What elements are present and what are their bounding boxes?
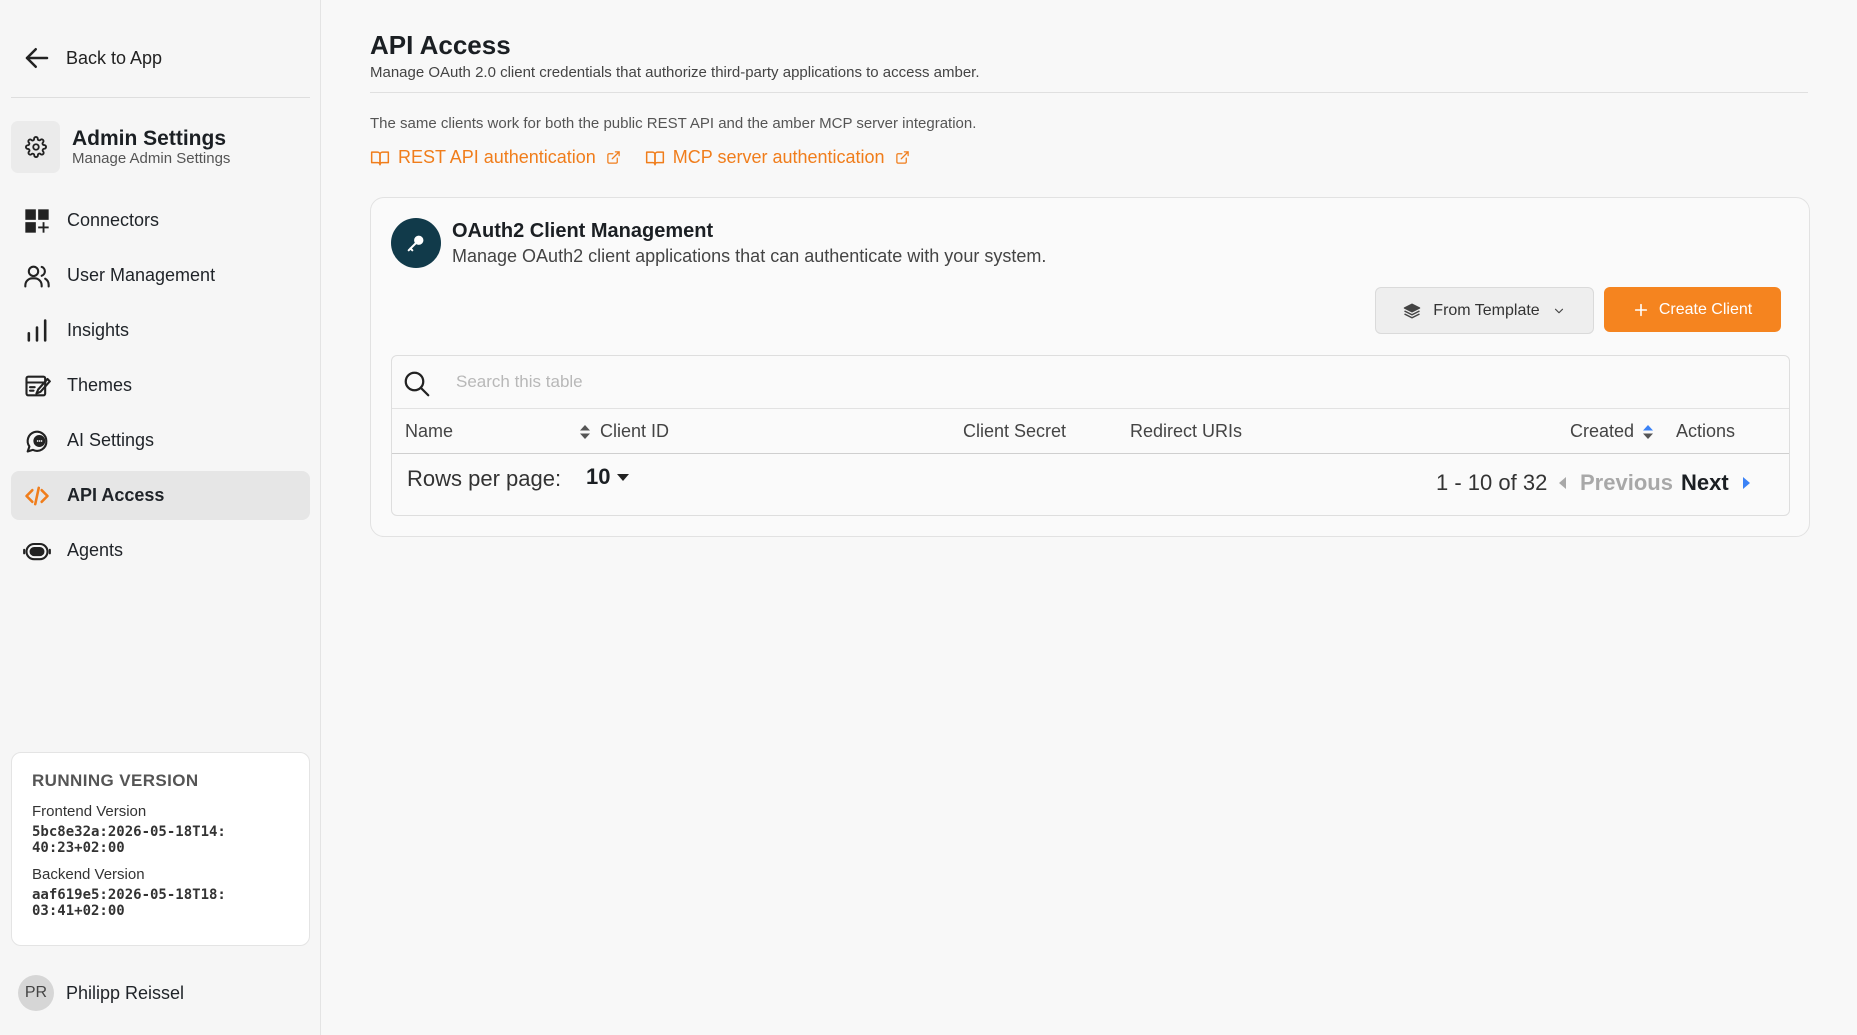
external-link-icon [895,151,909,164]
sidebar-item-label: AI Settings [67,430,155,450]
table-search-row [392,356,1789,409]
mcp-server-auth-label: MCP server authentication [672,147,885,167]
sidebar-item-connectors[interactable]: Connectors [11,196,310,245]
sidebar-nav: Connectors User Management Insights Them… [11,196,310,581]
rows-per-page-label: Rows per page: [407,466,562,491]
palette-icon [25,375,51,396]
pagination-range: 1 - 10 of 32 [1436,470,1548,495]
frontend-version-label: Frontend Version [32,803,147,820]
search-input[interactable] [456,366,1756,398]
column-header-label: Redirect URIs [1130,421,1243,441]
column-header-label: Client Secret [963,421,1067,441]
table-header-row: Name Client ID Client Secret Redirect UR… [392,409,1789,454]
search-icon [404,371,430,397]
caret-down-icon [617,474,630,481]
key-icon [391,218,441,268]
rest-api-auth-link[interactable]: REST API authentication [370,147,621,168]
caret-right-icon [1742,477,1750,489]
doc-links: REST API authentication MCP server authe… [370,147,910,168]
info-text: The same clients work for both the publi… [370,115,977,132]
sidebar-item-agents[interactable]: Agents [11,526,310,575]
sidebar-item-label: Agents [67,540,124,560]
from-template-button[interactable]: From Template [1375,287,1594,334]
back-to-app-label: Back to App [66,47,163,68]
card-title: OAuth2 Client Management [452,220,714,242]
bar-chart-icon [27,318,47,342]
sidebar-divider [11,97,310,98]
chevron-down-icon [1554,308,1563,313]
backend-version-label: Backend Version [32,866,145,883]
column-header-created[interactable]: Created [1570,409,1654,454]
sidebar-item-label: Themes [67,375,133,395]
column-header-client-secret: Client Secret [963,409,1066,454]
previous-page-button[interactable]: Previous [1558,470,1673,496]
column-header-redirect-uris: Redirect URIs [1130,409,1242,454]
clients-table: Name Client ID Client Secret Redirect UR… [391,355,1790,516]
column-header-label: Created [1570,421,1635,441]
column-header-actions: Actions [1676,409,1735,454]
layers-icon [1404,303,1421,318]
running-version-title: RUNNING VERSION [32,771,199,790]
mcp-server-auth-link[interactable]: MCP server authentication [645,147,910,168]
admin-settings-header: Admin Settings Manage Admin Settings [11,121,230,173]
previous-label: Previous [1580,470,1673,495]
next-label: Next [1681,470,1729,495]
robot-icon [23,542,51,560]
avatar: PR [18,975,54,1011]
user-profile[interactable]: PR Philipp Reissel [18,975,184,1011]
app-root: Back to App Admin Settings Manage Admin … [0,0,1857,1035]
rows-per-page-value: 10 [586,464,611,489]
sidebar-item-label: User Management [67,265,216,285]
code-icon [25,486,49,505]
arrow-left-icon [25,48,49,68]
admin-settings-title: Admin Settings [72,127,227,150]
sidebar-item-label: API Access [67,485,165,505]
sidebar-item-api-access[interactable]: API Access [11,471,310,520]
main-content: API Access Manage OAuth 2.0 client crede… [322,0,1857,1035]
book-icon [370,150,390,165]
running-version-card: RUNNING VERSION Frontend Version 5bc8e32… [11,752,310,946]
header-divider [370,92,1808,93]
plus-icon [1634,303,1647,316]
from-template-label: From Template [1433,301,1540,319]
sort-icon [1643,424,1654,439]
sort-icon [580,424,590,439]
grid-plus-icon [25,208,49,233]
gear-icon [11,121,60,173]
sidebar: Back to App Admin Settings Manage Admin … [0,0,321,1035]
table-pagination: Rows per page: 10 1 - 10 of 32 Previous … [392,454,1789,515]
backend-version-value: aaf619e5:2026-05-18T18:03:41+02:00 [32,887,226,919]
column-header-label: Client ID [600,421,670,441]
ai-chat-icon [26,430,48,453]
sidebar-item-themes[interactable]: Themes [11,361,310,410]
back-to-app-link[interactable]: Back to App [22,42,162,74]
create-client-button[interactable]: Create Client [1604,287,1781,332]
column-header-client-id: Client ID [600,409,669,454]
frontend-version-value: 5bc8e32a:2026-05-18T14:40:23+02:00 [32,824,226,856]
book-icon [645,150,664,165]
user-name: Philipp Reissel [66,982,185,1003]
external-link-icon [607,151,620,164]
users-icon [24,265,50,288]
sidebar-item-insights[interactable]: Insights [11,306,310,355]
create-client-label: Create Client [1658,300,1753,318]
admin-settings-subtitle: Manage Admin Settings [72,150,231,167]
column-header-name[interactable]: Name [405,409,595,454]
sidebar-item-ai-settings[interactable]: AI Settings [11,416,310,465]
oauth2-client-card: OAuth2 Client Management Manage OAuth2 c… [370,197,1810,537]
page-subtitle: Manage OAuth 2.0 client credentials that… [370,64,980,81]
rest-api-auth-label: REST API authentication [398,147,596,167]
column-header-label: Actions [1676,421,1736,441]
rows-per-page-select[interactable]: 10 [586,464,630,490]
sidebar-item-label: Connectors [67,210,160,230]
card-subtitle: Manage OAuth2 client applications that c… [452,246,1047,266]
caret-left-icon [1559,477,1566,489]
next-page-button[interactable]: Next [1681,470,1751,496]
page-title: API Access [370,30,511,60]
column-header-label: Name [405,421,454,441]
sidebar-item-user-management[interactable]: User Management [11,251,310,300]
sidebar-item-label: Insights [67,320,130,340]
